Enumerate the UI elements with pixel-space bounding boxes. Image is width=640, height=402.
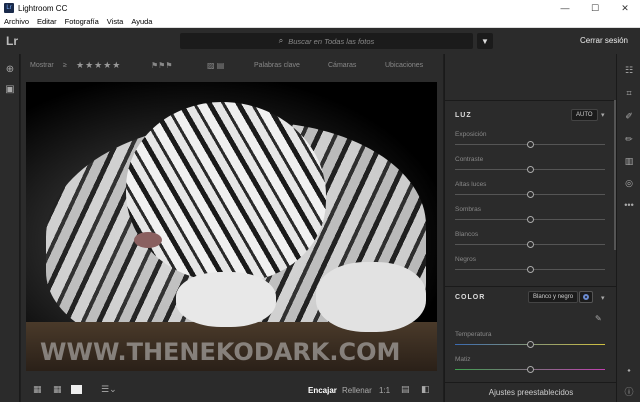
color-mixer-icon[interactable] <box>579 291 593 303</box>
tag-icon[interactable]: ⬩ <box>623 364 635 376</box>
tiger-head <box>126 102 326 282</box>
close-button[interactable]: ✕ <box>610 0 640 16</box>
color-wheel-icon <box>583 294 589 300</box>
fit-button[interactable]: Encajar <box>308 386 337 395</box>
tiger-nose <box>134 232 162 248</box>
color-section-title[interactable]: COLOR <box>455 294 485 301</box>
watermark: WWW.THENEKODARK.COM <box>40 338 401 366</box>
lr-logo: Lr <box>6 34 18 48</box>
slider-knob[interactable] <box>526 191 534 198</box>
edit-panel: LUZ AUTO ▾ COLOR Blanco y negro ▾ ✎ Ajus… <box>444 54 617 402</box>
healing-brush-icon[interactable]: ✐ <box>623 110 635 122</box>
panel-divider <box>445 100 617 101</box>
grid-small-icon[interactable]: ▦ <box>33 384 42 395</box>
slider-label: Sombras <box>455 206 482 213</box>
menu-ayuda[interactable]: Ayuda <box>131 17 152 26</box>
sort-icon[interactable]: ☰⌄ <box>101 384 117 395</box>
search-placeholder: Buscar en Todas las fotos <box>288 36 375 46</box>
window-titlebar: Lr Lightroom CC — ☐ ✕ <box>0 0 640 16</box>
linear-gradient-icon[interactable]: ▥ <box>623 155 635 167</box>
slider-label: Altas luces <box>455 181 487 188</box>
color-collapse-chevron-icon[interactable]: ▾ <box>601 294 605 302</box>
lightroom-app-icon: Lr <box>4 3 14 13</box>
panel-divider <box>445 286 617 287</box>
rating-compare-dropdown[interactable]: ≥ <box>63 62 67 69</box>
before-after-icon[interactable]: ◧ <box>421 384 430 395</box>
slider-label: Negros <box>455 256 476 263</box>
locations-filter[interactable]: Ubicaciones <box>385 62 423 69</box>
filter-funnel-icon[interactable]: ▼ <box>477 33 493 49</box>
slider-knob[interactable] <box>526 266 534 273</box>
left-rail: ⊕ ▣ <box>0 54 20 402</box>
slider-knob[interactable] <box>526 366 534 373</box>
library-icon[interactable]: ▣ <box>4 84 16 96</box>
brush-icon[interactable]: ✏ <box>623 133 635 145</box>
presets-button[interactable]: Ajustes preestablecidos <box>445 382 617 402</box>
cameras-filter[interactable]: Cámaras <box>328 62 356 69</box>
tiger-paw-right <box>316 262 426 332</box>
sign-out-button[interactable]: Cerrar sesión <box>580 36 628 45</box>
info-icon[interactable]: ⓘ <box>623 386 635 398</box>
more-options-icon[interactable]: ••• <box>623 199 635 211</box>
star-rating-filter[interactable]: ★★★★★ <box>76 60 121 71</box>
slider-knob[interactable] <box>526 216 534 223</box>
add-photos-icon[interactable]: ⊕ <box>4 64 16 76</box>
keywords-filter[interactable]: Palabras clave <box>254 62 300 69</box>
light-collapse-chevron-icon[interactable]: ▾ <box>601 111 605 119</box>
tiger-photo[interactable]: WWW.THENEKODARK.COM <box>26 82 437 371</box>
show-label: Mostrar <box>30 62 54 69</box>
menu-vista[interactable]: Vista <box>107 17 124 26</box>
filter-bar: Mostrar ≥ ★★★★★ ⚑⚑⚑ ▨ ▤ Palabras clave C… <box>21 54 443 78</box>
grid-large-icon[interactable]: ▦ <box>53 384 62 395</box>
search-input[interactable]: ⌕ Buscar en Todas las fotos <box>180 33 473 49</box>
slider-knob[interactable] <box>526 166 534 173</box>
slider-label: Temperatura <box>455 331 492 338</box>
one-to-one-button[interactable]: 1:1 <box>379 386 390 395</box>
black-white-button[interactable]: Blanco y negro <box>528 291 579 303</box>
detail-view-icon[interactable] <box>71 385 82 394</box>
slider-label: Matiz <box>455 356 471 363</box>
compare-icon[interactable]: ▤ <box>401 384 410 395</box>
window-title: Lightroom CC <box>18 3 68 13</box>
tiger-paw-left <box>176 272 276 327</box>
fill-button[interactable]: Rellenar <box>342 386 372 395</box>
right-rail: ☷ ⌗ ✐ ✏ ▥ ◎ ••• ⬩ ⓘ <box>616 54 640 402</box>
eyedropper-icon[interactable]: ✎ <box>595 314 602 323</box>
slider-label: Contraste <box>455 156 484 163</box>
media-type-filter-icon[interactable]: ▨ ▤ <box>207 61 224 70</box>
menu-archivo[interactable]: Archivo <box>4 17 29 26</box>
maximize-button[interactable]: ☐ <box>580 0 610 16</box>
flag-filter-icon[interactable]: ⚑⚑⚑ <box>151 61 173 70</box>
slider-knob[interactable] <box>526 141 534 148</box>
radial-gradient-icon[interactable]: ◎ <box>623 177 635 189</box>
auto-button[interactable]: AUTO <box>571 109 598 121</box>
bottom-toolbar: ▦ ▦ ☰⌄ Encajar Rellenar 1:1 ▤ ◧ <box>21 380 443 402</box>
slider-label: Blancos <box>455 231 479 238</box>
minimize-button[interactable]: — <box>550 0 580 16</box>
edit-sliders-icon[interactable]: ☷ <box>623 64 635 76</box>
menu-fotografia[interactable]: Fotografía <box>65 17 99 26</box>
crop-icon[interactable]: ⌗ <box>623 87 635 99</box>
light-section-title[interactable]: LUZ <box>455 112 472 119</box>
slider-label: Exposición <box>455 131 487 138</box>
menu-editar[interactable]: Editar <box>37 17 57 26</box>
menu-bar: Archivo Editar Fotografía Vista Ayuda <box>0 16 640 28</box>
slider-knob[interactable] <box>526 341 534 348</box>
slider-knob[interactable] <box>526 241 534 248</box>
app-header: Lr ⌕ Buscar en Todas las fotos ▼ Cerrar … <box>0 28 640 54</box>
search-icon: ⌕ <box>278 36 284 45</box>
